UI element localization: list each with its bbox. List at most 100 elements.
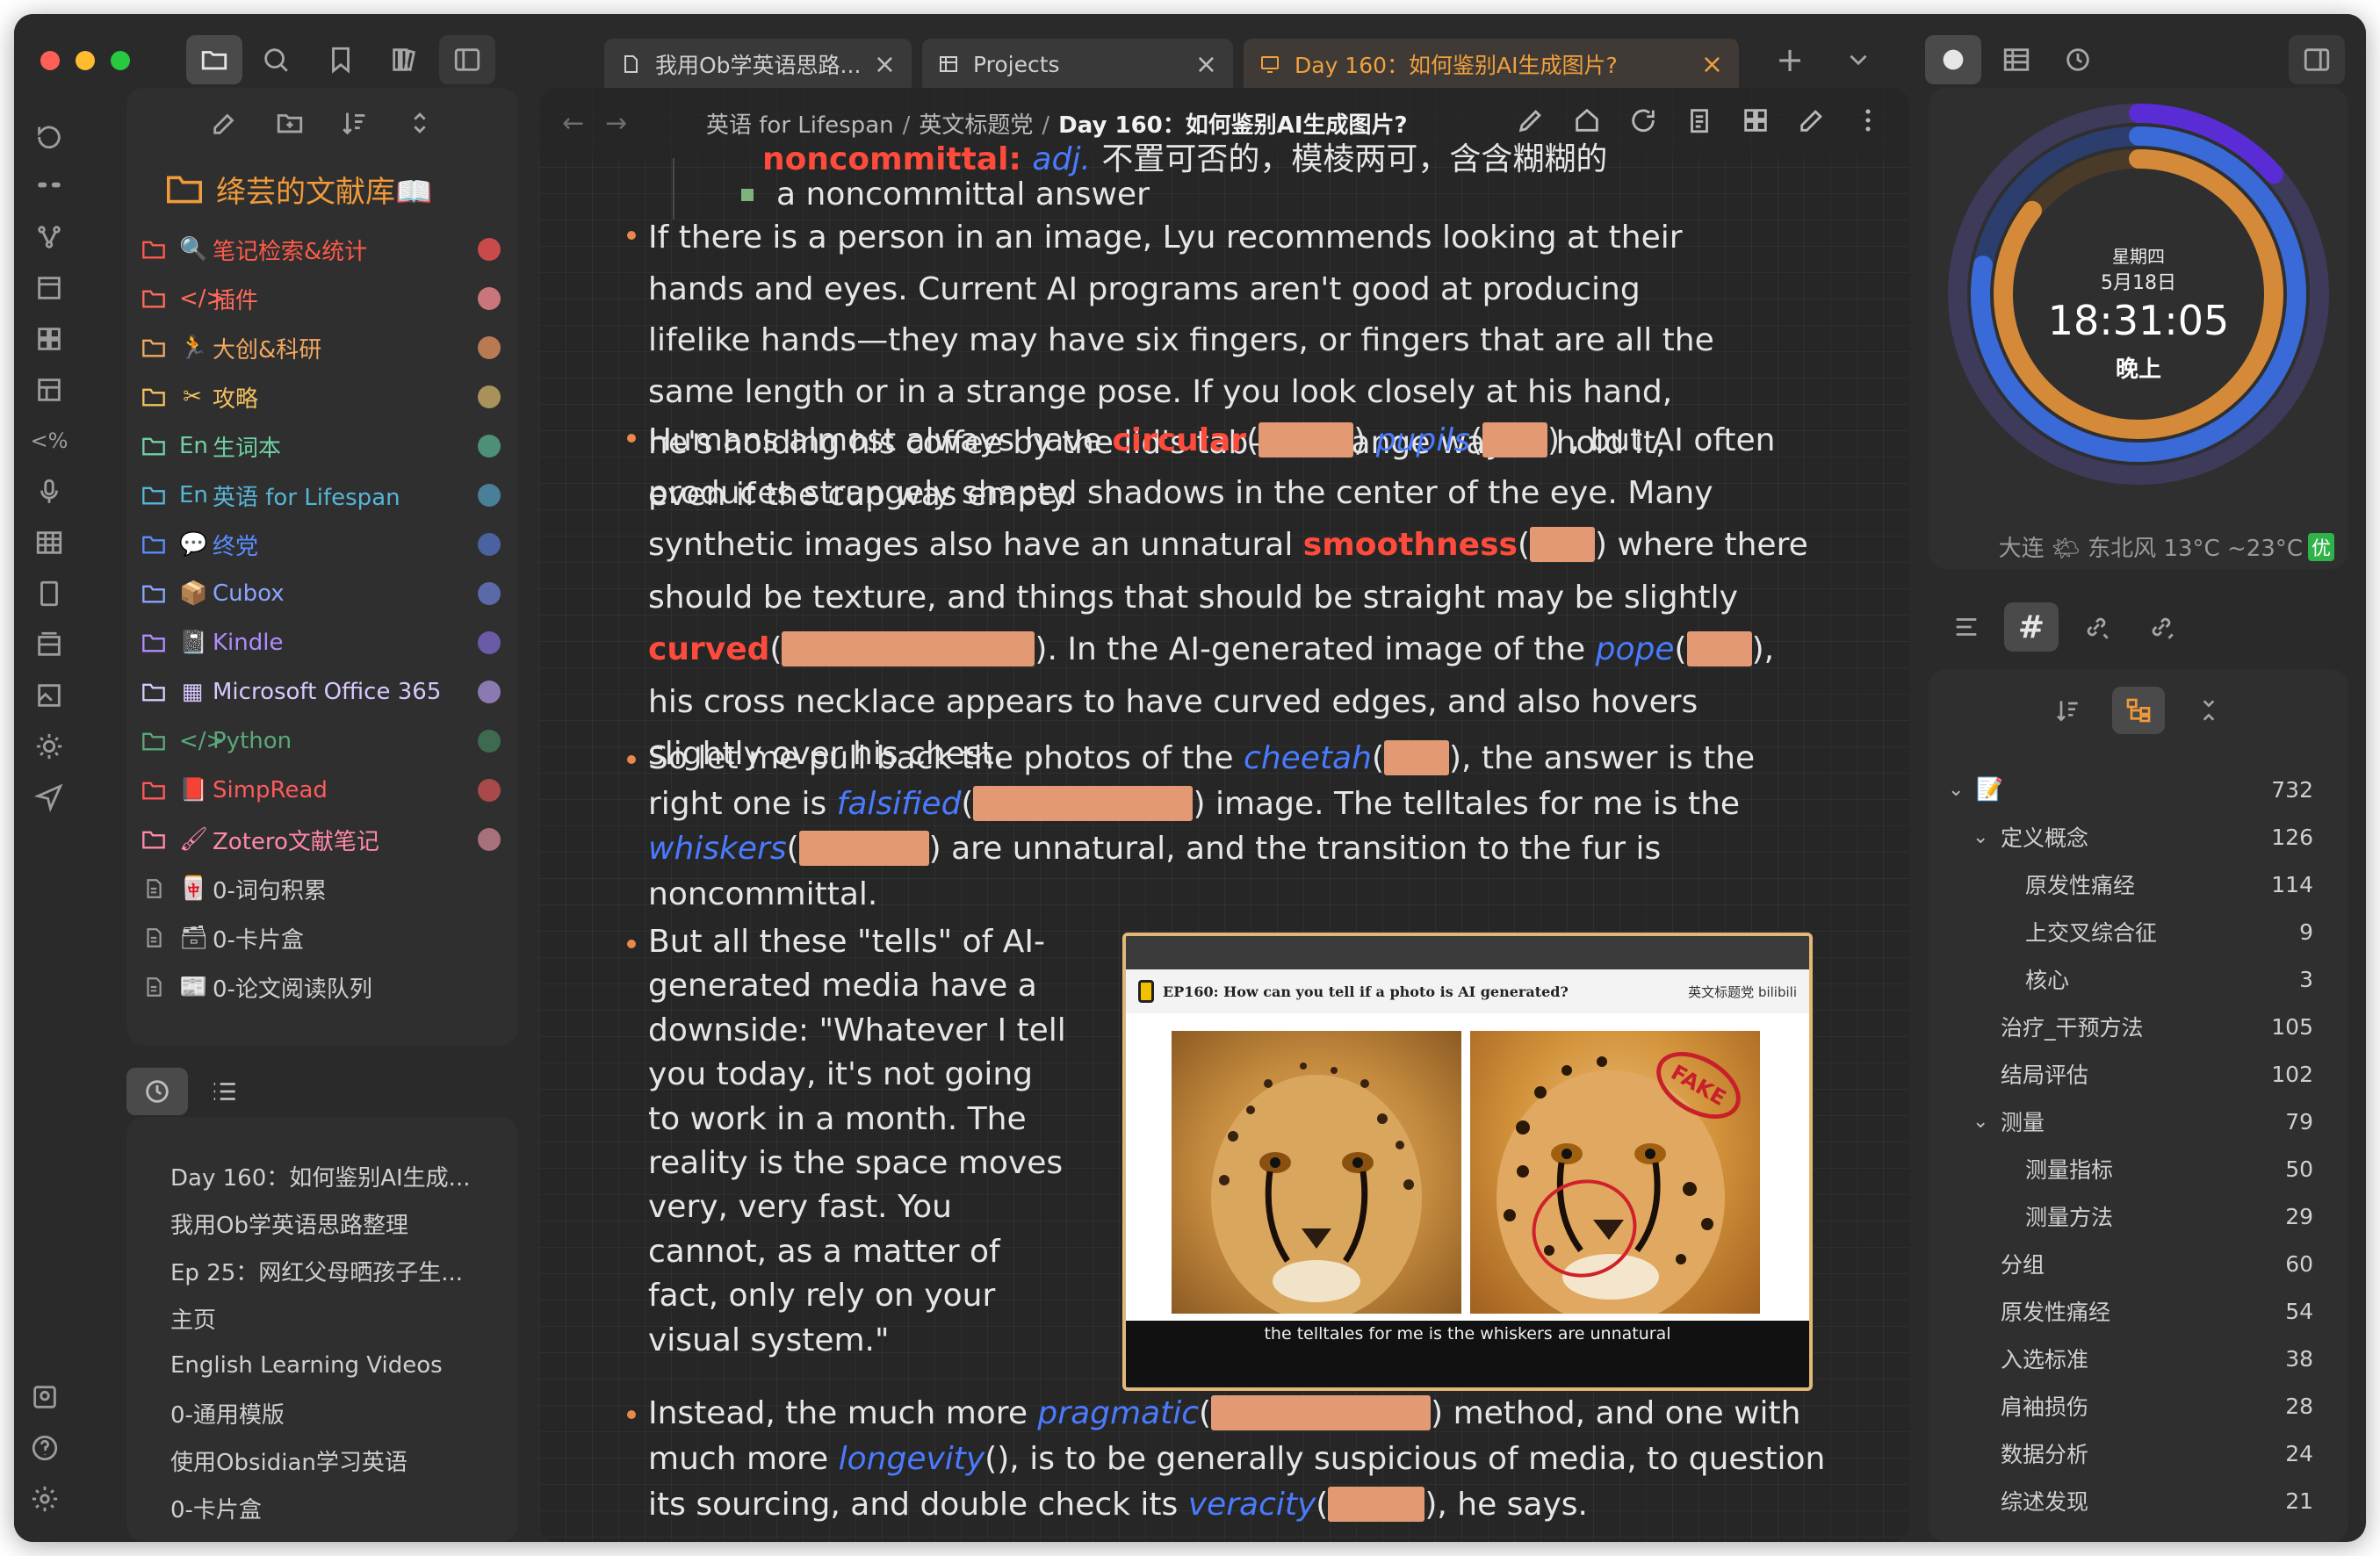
layout-icon[interactable] <box>30 269 69 307</box>
folder-item[interactable]: 🏃 大创&科研 <box>126 323 518 372</box>
grid-icon[interactable] <box>30 320 69 358</box>
cloze-blank[interactable] <box>798 831 929 866</box>
recent-file-item[interactable]: English Learning Videos <box>126 1342 518 1389</box>
cloze-blank[interactable] <box>1328 1487 1425 1522</box>
folder-item[interactable]: En 生词本 <box>126 421 518 471</box>
tag-item[interactable]: ⌄ 测量 79 <box>1929 1098 2348 1145</box>
sort-tags-button[interactable] <box>2042 687 2095 734</box>
chevron-down-icon[interactable]: ⌄ <box>1973 826 1994 848</box>
tag-item[interactable]: 核心 3 <box>1929 955 2348 1003</box>
outline-tab[interactable] <box>193 1068 255 1115</box>
folder-item[interactable]: En 英语 for Lifespan <box>126 471 518 520</box>
library-button[interactable] <box>376 35 432 84</box>
grid-icon[interactable] <box>1741 105 1771 135</box>
more-options-icon[interactable] <box>1853 105 1883 135</box>
forward-arrow-icon[interactable]: → <box>605 108 627 139</box>
cloze-blank[interactable] <box>1259 422 1354 457</box>
collapse-all-button[interactable] <box>2182 687 2235 734</box>
cloze-blank[interactable] <box>1383 740 1449 775</box>
tab-list-button[interactable] <box>1830 35 1886 84</box>
minimize-window-button[interactable] <box>76 51 95 70</box>
nested-tags-button[interactable] <box>2112 687 2165 734</box>
cloze-blank[interactable] <box>973 785 1194 821</box>
tag-item[interactable]: 测量方法 29 <box>1929 1192 2348 1240</box>
percent-code-icon[interactable]: <% <box>30 421 69 460</box>
folder-item[interactable]: </> Python <box>126 717 518 766</box>
recent-file-item[interactable]: 0-卡片盒 <box>126 1484 518 1531</box>
tab-ob-english[interactable]: 我用Ob学英语思路... × <box>604 39 912 90</box>
cloze-blank[interactable] <box>782 631 1035 666</box>
tag-item[interactable]: 原发性痛经 54 <box>1929 1287 2348 1335</box>
pen-tool-icon[interactable] <box>1516 105 1546 135</box>
glasses-icon[interactable] <box>30 167 69 205</box>
new-tab-button[interactable]: + <box>1762 35 1818 84</box>
close-icon[interactable]: × <box>874 49 896 80</box>
cloze-blank[interactable] <box>1482 422 1548 457</box>
tab-projects[interactable]: Projects × <box>922 39 1233 90</box>
file-item[interactable]: 🀄 0-词句积累 <box>126 864 518 913</box>
bookmarks-button[interactable] <box>313 35 369 84</box>
folder-item[interactable]: ✂ 攻略 <box>126 372 518 421</box>
outline-view-button[interactable] <box>1939 602 1994 652</box>
history-button[interactable] <box>2050 35 2106 84</box>
cloze-blank[interactable] <box>1529 527 1595 562</box>
tag-item[interactable]: 上交叉综合征 9 <box>1929 908 2348 955</box>
folder-item[interactable]: 📓 Kindle <box>126 618 518 667</box>
refresh-icon[interactable] <box>1628 105 1658 135</box>
file-item[interactable]: 🗃 0-卡片盒 <box>126 913 518 962</box>
breadcrumb-current[interactable]: Day 160：如何鉴别AI生成图片? <box>1058 112 1407 139</box>
clipboard-icon[interactable] <box>1684 105 1714 135</box>
sort-icon[interactable] <box>340 108 370 138</box>
tag-item[interactable]: 肩袖损伤 28 <box>1929 1382 2348 1430</box>
file-item[interactable]: 📰 0-论文阅读队列 <box>126 962 518 1012</box>
close-icon[interactable]: × <box>1701 49 1723 80</box>
breadcrumb-item[interactable]: 英语 for Lifespan <box>706 112 894 139</box>
recent-file-item[interactable]: 使用Obsidian学习英语 <box>126 1437 518 1484</box>
tag-item[interactable]: 治疗_干预方法 105 <box>1929 1003 2348 1050</box>
tag-item[interactable]: 分组 60 <box>1929 1240 2348 1287</box>
folder-item[interactable]: 📕 SimpRead <box>126 766 518 815</box>
tab-day-160[interactable]: Day 160：如何鉴别AI生成图片? × <box>1244 39 1739 90</box>
new-note-icon[interactable] <box>210 108 240 138</box>
tag-item[interactable]: 结局评估 102 <box>1929 1050 2348 1098</box>
recent-file-item[interactable]: 我用Ob学英语思路整理 <box>126 1199 518 1247</box>
back-arrow-icon[interactable]: ← <box>562 108 584 139</box>
tablet-icon[interactable] <box>30 574 69 613</box>
table-view-button[interactable] <box>1988 35 2045 84</box>
new-folder-icon[interactable] <box>275 108 305 138</box>
recent-files-tab[interactable] <box>126 1068 188 1115</box>
file-explorer-button[interactable] <box>186 35 242 84</box>
folder-item[interactable]: 💬 终党 <box>126 520 518 569</box>
recent-file-item[interactable]: Day 160：如何鉴别AI生成... <box>126 1152 518 1199</box>
recent-file-item[interactable]: 0-通用模版 <box>126 1389 518 1437</box>
tag-item[interactable]: ⌄ 定义概念 126 <box>1929 813 2348 861</box>
image-icon[interactable] <box>30 676 69 715</box>
toggle-right-sidebar-button[interactable] <box>2289 35 2345 84</box>
folder-item[interactable]: 📦 Cubox <box>126 569 518 618</box>
home-icon[interactable] <box>1572 105 1602 135</box>
recent-file-item[interactable]: Ep 25：网红父母晒孩子生... <box>126 1247 518 1294</box>
vault-switch-icon[interactable] <box>30 1382 69 1421</box>
clock-view-button[interactable] <box>1925 35 1981 84</box>
chevron-down-icon[interactable]: ⌄ <box>1973 1111 1994 1133</box>
tag-item[interactable]: 入选标准 38 <box>1929 1335 2348 1382</box>
send-icon[interactable] <box>30 778 69 817</box>
breadcrumb-item[interactable]: 英文标题党 <box>919 112 1033 139</box>
cloze-blank[interactable] <box>1686 631 1752 666</box>
embedded-video-screenshot[interactable]: EP160: How can you tell if a photo is AI… <box>1122 933 1813 1391</box>
tag-item[interactable]: 原发性痛经 114 <box>1929 861 2348 908</box>
folder-item[interactable]: ▦ Microsoft Office 365 <box>126 667 518 717</box>
tag-item[interactable]: ⌄ 📝 732 <box>1929 766 2348 813</box>
close-icon[interactable]: × <box>1195 49 1217 80</box>
edit-pencil-icon[interactable] <box>1797 105 1827 135</box>
vault-title[interactable]: 绛芸的文献库📖 <box>126 158 518 220</box>
zoom-window-button[interactable] <box>111 51 130 70</box>
recent-file-item[interactable]: 主页 <box>126 1294 518 1342</box>
cloze-blank[interactable] <box>1211 1395 1432 1430</box>
settings-gear-icon[interactable] <box>30 1484 69 1523</box>
undo-icon[interactable] <box>30 118 69 156</box>
panel-icon[interactable] <box>30 371 69 409</box>
tag-item[interactable]: 测量指标 50 <box>1929 1145 2348 1192</box>
folder-item[interactable]: </> 插件 <box>126 274 518 323</box>
close-window-button[interactable] <box>40 51 60 70</box>
